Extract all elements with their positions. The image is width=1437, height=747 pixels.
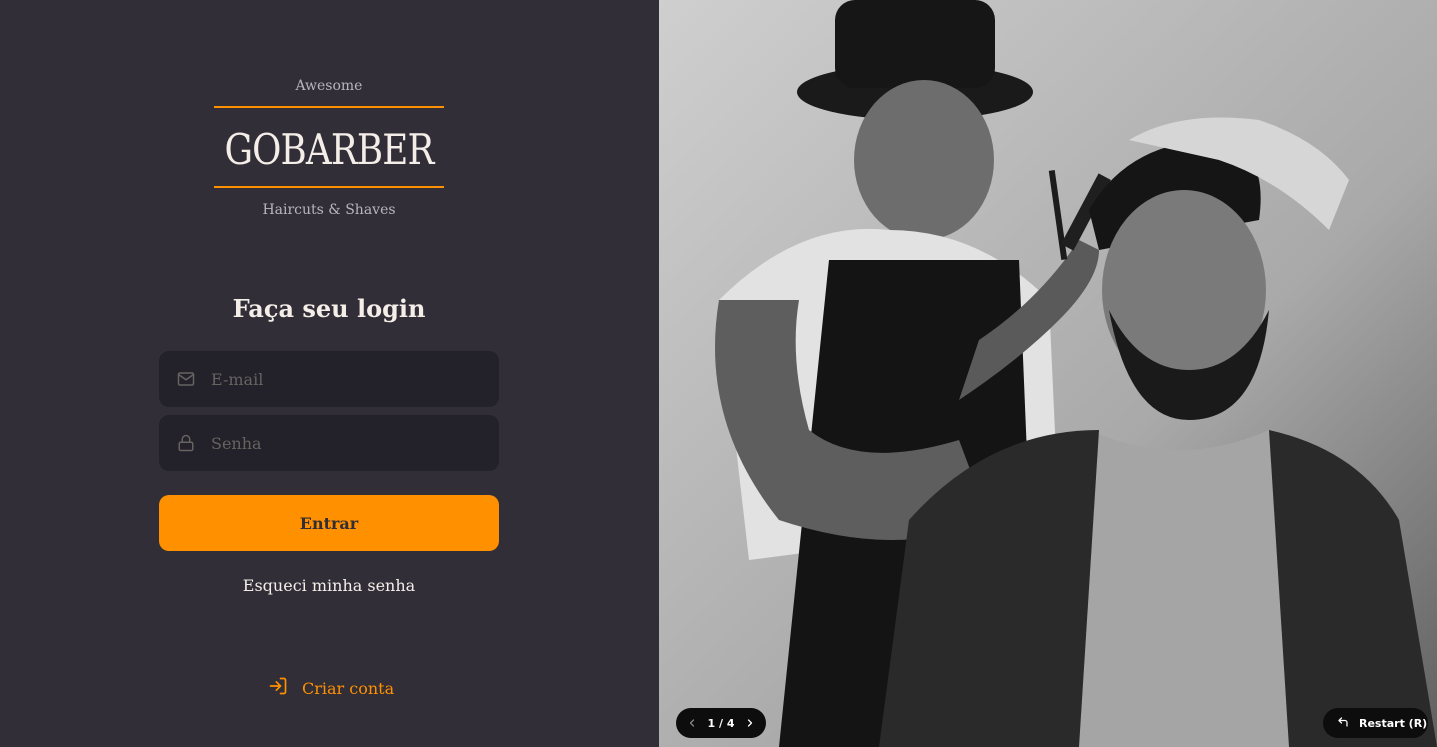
logo-divider-top xyxy=(214,106,444,108)
restart-button[interactable]: Restart (R) xyxy=(1323,708,1428,738)
login-submit-button[interactable]: Entrar xyxy=(159,495,499,551)
slide-counter: 1 / 4 xyxy=(707,716,735,730)
login-panel: Awesome GOBARBER Haircuts & Shaves Faça … xyxy=(0,0,659,747)
lock-icon xyxy=(176,433,196,453)
password-field[interactable] xyxy=(159,415,499,471)
chevron-left-icon[interactable] xyxy=(684,715,700,731)
undo-icon xyxy=(1337,716,1349,731)
gobarber-logo: Awesome GOBARBER Haircuts & Shaves xyxy=(214,76,444,226)
password-input[interactable] xyxy=(211,433,491,453)
restart-label: Restart (R) xyxy=(1359,716,1428,730)
create-account-label: Criar conta xyxy=(302,678,395,698)
logo-divider-bottom xyxy=(214,186,444,188)
create-account-link[interactable]: Criar conta xyxy=(268,676,394,700)
barber-photo-illustration xyxy=(659,0,1437,747)
forgot-password-link[interactable]: Esqueci minha senha xyxy=(159,576,499,595)
chevron-right-icon[interactable] xyxy=(742,715,758,731)
log-in-icon xyxy=(268,676,288,700)
email-field[interactable] xyxy=(159,351,499,407)
barber-photo xyxy=(659,0,1437,747)
logo-tagline-bottom: Haircuts & Shaves xyxy=(262,202,396,218)
mail-icon xyxy=(176,369,196,389)
logo-tagline-top: Awesome xyxy=(295,78,363,94)
login-title: Faça seu login xyxy=(232,294,426,323)
logo-wordmark: GOBARBER xyxy=(214,120,444,180)
slide-pager: 1 / 4 xyxy=(676,708,766,738)
logo-brand-text: GOBARBER xyxy=(224,125,434,174)
email-input[interactable] xyxy=(211,369,491,389)
